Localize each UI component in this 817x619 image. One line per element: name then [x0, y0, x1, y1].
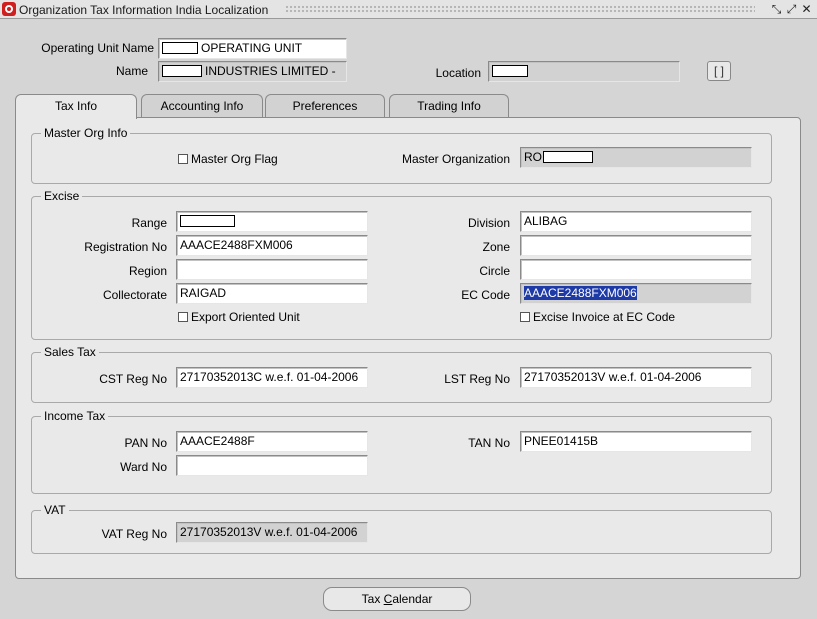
vat-title: VAT — [41, 503, 69, 517]
name-field[interactable]: INDUSTRIES LIMITED - — [158, 61, 347, 82]
tab-tax-info[interactable]: Tax Info — [15, 94, 137, 119]
tax-calendar-button[interactable]: Tax Calendar — [323, 587, 471, 611]
ec-code-field[interactable]: AAACE2488FXM006 — [520, 283, 752, 304]
close-icon[interactable]: ✕ — [800, 1, 813, 17]
oracle-logo-icon — [2, 2, 16, 16]
cst-reg-no-label: CST Reg No — [99, 372, 167, 386]
checkbox-icon — [520, 312, 530, 322]
pan-no-label: PAN No — [124, 436, 167, 450]
redacted-block — [180, 215, 235, 227]
circle-label: Circle — [479, 264, 510, 278]
zone-label: Zone — [482, 240, 510, 254]
range-field[interactable] — [176, 211, 368, 232]
circle-field[interactable] — [520, 259, 752, 280]
location-label: Location — [435, 66, 481, 80]
location-field[interactable] — [488, 61, 680, 82]
master-org-flag-checkbox[interactable]: Master Org Flag — [178, 151, 278, 167]
redacted-block — [162, 65, 202, 77]
name-label: Name — [115, 64, 148, 78]
zone-field[interactable] — [520, 235, 752, 256]
vat-reg-no-field[interactable]: 27170352013V w.e.f. 01-04-2006 — [176, 522, 368, 543]
collectorate-field[interactable]: RAIGAD — [176, 283, 368, 304]
redacted-block — [543, 151, 593, 163]
lst-reg-no-label: LST Reg No — [444, 372, 510, 386]
pan-no-field[interactable]: AAACE2488F — [176, 431, 368, 452]
master-organization-field[interactable]: RO — [520, 147, 752, 168]
master-organization-label: Master Organization — [401, 152, 510, 166]
title-bar-texture — [285, 5, 755, 14]
checkbox-icon — [178, 154, 188, 164]
division-field[interactable]: ALIBAG — [520, 211, 752, 232]
vat-reg-no-label: VAT Reg No — [101, 527, 167, 541]
redacted-block — [162, 42, 198, 54]
tab-accounting-info[interactable]: Accounting Info — [141, 94, 263, 117]
excise-invoice-checkbox[interactable]: Excise Invoice at EC Code — [520, 309, 675, 325]
division-label: Division — [467, 216, 510, 230]
tab-preferences[interactable]: Preferences — [265, 94, 385, 117]
income-tax-group — [31, 416, 772, 494]
excise-title: Excise — [41, 189, 83, 203]
window-title: Organization Tax Information India Local… — [19, 3, 269, 17]
minimize-icon[interactable]: ⤡ — [770, 1, 783, 17]
ward-no-field[interactable] — [176, 455, 368, 476]
lst-reg-no-field[interactable]: 27170352013V w.e.f. 01-04-2006 — [520, 367, 752, 388]
cst-reg-no-field[interactable]: 27170352013C w.e.f. 01-04-2006 — [176, 367, 368, 388]
export-oriented-checkbox[interactable]: Export Oriented Unit — [178, 309, 300, 325]
tab-trading-info[interactable]: Trading Info — [389, 94, 509, 117]
master-org-title: Master Org Info — [41, 126, 131, 140]
region-label: Region — [128, 264, 167, 278]
ward-no-label: Ward No — [120, 460, 167, 474]
range-label: Range — [131, 216, 167, 230]
operating-unit-field[interactable]: OPERATING UNIT — [158, 38, 347, 59]
region-field[interactable] — [176, 259, 368, 280]
ec-code-selected-text: AAACE2488FXM006 — [524, 286, 637, 300]
tan-no-field[interactable]: PNEE01415B — [520, 431, 752, 452]
collectorate-label: Collectorate — [102, 288, 167, 302]
ec-code-label: EC Code — [461, 288, 510, 302]
operating-unit-label: Operating Unit Name — [41, 41, 154, 55]
sales-tax-title: Sales Tax — [41, 345, 99, 359]
maximize-icon[interactable]: ⤢ — [785, 1, 798, 17]
income-tax-title: Income Tax — [41, 409, 109, 423]
attachment-button[interactable]: [ ] — [707, 61, 731, 81]
checkbox-icon — [178, 312, 188, 322]
redacted-block — [492, 65, 528, 77]
registration-no-label: Registration No — [84, 240, 167, 254]
tan-no-label: TAN No — [468, 436, 510, 450]
registration-no-field[interactable]: AAACE2488FXM006 — [176, 235, 368, 256]
